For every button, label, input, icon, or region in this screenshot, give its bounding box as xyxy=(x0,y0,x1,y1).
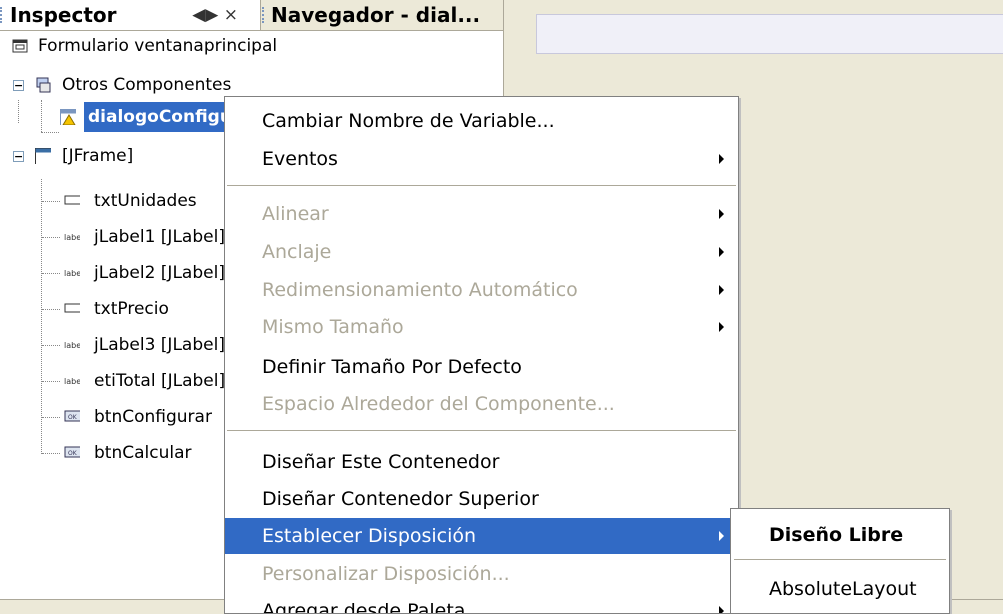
tree-line xyxy=(41,100,42,132)
tree-line xyxy=(42,453,60,454)
menu-item-disenar-superior[interactable]: Diseñar Contenedor Superior xyxy=(225,481,738,517)
submenu-arrow-icon xyxy=(719,247,724,257)
menu-item-label: Agregar desde Paleta xyxy=(262,600,466,614)
tree-node-child-label: btnCalcular xyxy=(94,443,192,463)
menu-item-label: Mismo Tamaño xyxy=(262,316,404,338)
menu-item-definir-tamano[interactable]: Definir Tamaño Por Defecto xyxy=(225,349,738,385)
submenu-arrow-icon xyxy=(719,285,724,295)
tab-inspector[interactable]: Inspector ◀▶ × xyxy=(0,0,261,30)
menu-item-anclaje[interactable]: Anclaje xyxy=(225,234,738,270)
panel-tabs-bar: Inspector ◀▶ × Navegador - dial... xyxy=(0,0,503,31)
menu-item-personalizar[interactable]: Personalizar Disposición... xyxy=(225,556,738,592)
svg-text:label: label xyxy=(64,341,80,350)
submenu-arrow-icon xyxy=(719,531,724,541)
menu-item-label: Redimensionamiento Automático xyxy=(262,279,578,301)
drag-grip-icon[interactable] xyxy=(0,7,4,23)
tree-line xyxy=(41,132,59,133)
menu-item-establecer-disposicion[interactable]: Establecer Disposición xyxy=(225,518,738,554)
menu-item-espacio[interactable]: Espacio Alrededor del Componente... xyxy=(225,386,738,422)
menu-item-label: Definir Tamaño Por Defecto xyxy=(262,356,522,378)
menu-item-label: Eventos xyxy=(262,148,338,170)
components-icon xyxy=(36,77,51,93)
label-icon: label xyxy=(64,233,80,242)
svg-text:label: label xyxy=(64,233,80,242)
menu-item-label: Anclaje xyxy=(262,241,332,263)
svg-text:OK: OK xyxy=(68,414,78,421)
textfield-icon xyxy=(64,195,80,205)
tree-line xyxy=(42,201,60,202)
submenu-item-label: Diseño Libre xyxy=(769,524,904,546)
collapse-icon[interactable]: − xyxy=(13,151,24,162)
menu-item-mismo-tamano[interactable]: Mismo Tamaño xyxy=(225,309,738,345)
submenu-arrow-icon xyxy=(719,606,724,613)
menu-item-label: Espacio Alrededor del Componente... xyxy=(262,393,615,415)
design-area-header xyxy=(536,14,1003,54)
tree-node-otros-label: Otros Componentes xyxy=(62,75,232,95)
menu-item-label: Establecer Disposición xyxy=(262,525,477,547)
button-icon: OK xyxy=(64,446,80,458)
tree-node-child-label: jLabel3 [JLabel] xyxy=(94,335,225,355)
textfield-icon xyxy=(64,303,80,313)
tree-node-child-label: jLabel2 [JLabel] xyxy=(94,263,225,283)
svg-text:OK: OK xyxy=(68,450,78,457)
submenu-item-label: AbsoluteLayout xyxy=(769,578,917,600)
tree-node-child-label: txtUnidades xyxy=(94,191,197,211)
tree-node-jframe-label: [JFrame] xyxy=(62,146,134,166)
menu-item-agregar-paleta[interactable]: Agregar desde Paleta xyxy=(225,593,738,614)
context-menu: Cambiar Nombre de Variable... Eventos Al… xyxy=(224,96,739,614)
collapse-icon[interactable]: − xyxy=(13,80,24,91)
menu-item-label: Cambiar Nombre de Variable... xyxy=(262,110,555,132)
tree-line xyxy=(42,345,60,346)
menu-item-redimensionamiento[interactable]: Redimensionamiento Automático xyxy=(225,272,738,308)
menu-item-cambiar-nombre[interactable]: Cambiar Nombre de Variable... xyxy=(225,103,738,139)
menu-separator xyxy=(227,430,736,431)
tree-line xyxy=(18,100,19,123)
submenu-arrow-icon xyxy=(719,209,724,219)
button-icon: OK xyxy=(64,410,80,422)
tree-line xyxy=(42,417,60,418)
tree-line xyxy=(42,309,60,310)
label-icon: label xyxy=(64,269,80,278)
svg-text:label: label xyxy=(64,377,80,386)
tree-line xyxy=(42,273,60,274)
svg-text:label: label xyxy=(64,269,80,278)
tree-node-child-label: jLabel1 [JLabel] xyxy=(94,227,225,247)
submenu-item-diseno-libre[interactable]: Diseño Libre xyxy=(731,515,949,555)
tab-navegador[interactable]: Navegador - dial... xyxy=(262,0,502,30)
submenu-item-absolute-layout[interactable]: AbsoluteLayout xyxy=(731,569,949,609)
label-icon: label xyxy=(64,377,80,386)
frame-icon xyxy=(35,148,51,164)
menu-item-label: Diseñar Contenedor Superior xyxy=(262,488,539,510)
menu-item-label: Personalizar Disposición... xyxy=(262,563,510,585)
menu-item-alinear[interactable]: Alinear xyxy=(225,196,738,232)
tree-node-child-label: etiTotal [JLabel] xyxy=(94,371,226,391)
tab-navegador-label: Navegador - dial... xyxy=(271,3,481,27)
tree-line xyxy=(42,381,60,382)
submenu-arrow-icon xyxy=(719,322,724,332)
tab-inspector-controls[interactable]: ◀▶ × xyxy=(192,0,238,30)
tree-line xyxy=(42,237,60,238)
tree-node-child-label: btnConfigurar xyxy=(94,407,212,427)
menu-separator xyxy=(227,185,736,186)
menu-item-eventos[interactable]: Eventos xyxy=(225,141,738,177)
dialog-warning-icon xyxy=(60,109,76,125)
tab-inspector-label: Inspector xyxy=(10,3,117,27)
form-icon xyxy=(12,39,28,53)
submenu-arrow-icon xyxy=(719,154,724,164)
tree-line xyxy=(41,179,42,454)
tree-node-form-label: Formulario ventanaprincipal xyxy=(38,36,278,56)
layout-submenu: Diseño Libre AbsoluteLayout xyxy=(730,508,950,614)
menu-item-label: Diseñar Este Contenedor xyxy=(262,451,500,473)
drag-grip-icon[interactable] xyxy=(262,7,266,23)
menu-separator xyxy=(734,559,946,560)
label-icon: label xyxy=(64,341,80,350)
menu-item-label: Alinear xyxy=(262,203,329,225)
tree-node-child-label: txtPrecio xyxy=(94,299,169,319)
menu-item-disenar-este[interactable]: Diseñar Este Contenedor xyxy=(225,444,738,480)
